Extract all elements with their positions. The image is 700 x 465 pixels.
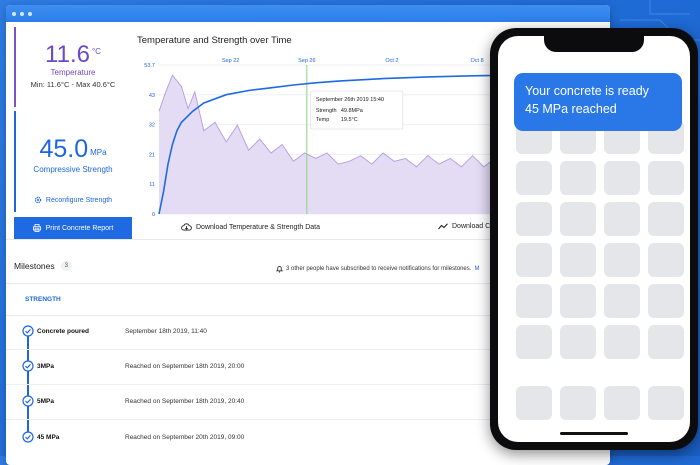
app-icon[interactable]: [604, 325, 640, 359]
strength-section-title: STRENGTH: [25, 296, 61, 303]
milestone-date: Reached on September 18th 2019, 20:40: [125, 398, 245, 405]
check-circle-icon: [22, 360, 34, 372]
x-tick-label: Oct 2: [385, 58, 398, 64]
milestone-name: 45 MPa: [37, 434, 60, 441]
print-label: Print Concrete Report: [45, 224, 114, 232]
temperature-number: 11.6: [45, 41, 90, 68]
chart-title: Temperature and Strength over Time: [137, 35, 292, 46]
check-circle-icon: [22, 395, 34, 407]
app-icon[interactable]: [560, 161, 596, 195]
window-titlebar: [6, 5, 610, 22]
gear-icon: [34, 196, 42, 204]
app-icon[interactable]: [560, 202, 596, 236]
check-circle-icon: [22, 431, 34, 443]
temperature-range: Min: 11.6°C - Max 40.6°C: [30, 80, 116, 89]
app-icon[interactable]: [648, 243, 684, 277]
dock-app-icon[interactable]: [516, 386, 552, 420]
y-tick-label: 53.7: [144, 63, 155, 69]
temperature-value: 11.6 °C: [16, 41, 130, 69]
subscribe-text: 3 other people have subscribed to receiv…: [286, 266, 472, 272]
dock-app-icon[interactable]: [560, 386, 596, 420]
reconfigure-strength-link[interactable]: Reconfigure Strength: [16, 196, 130, 204]
strength-unit: MPa: [90, 148, 107, 157]
milestone-date: September 18th 2019, 11:40: [125, 328, 207, 335]
check-circle-icon: [22, 325, 34, 337]
print-report-button[interactable]: Print Concrete Report: [14, 217, 132, 239]
window-dot[interactable]: [12, 11, 16, 16]
y-tick-label: 0: [152, 212, 155, 217]
app-icon[interactable]: [604, 161, 640, 195]
phone-mockup: Your concrete is ready 45 MPa reached: [490, 28, 698, 450]
reconfigure-label: Reconfigure Strength: [45, 196, 113, 204]
strength-number: 45.0: [39, 135, 89, 163]
printer-icon: [32, 224, 41, 232]
milestones-header: Milestones 3: [14, 261, 72, 271]
app-icon[interactable]: [516, 284, 552, 318]
app-icon[interactable]: [604, 284, 640, 318]
window-dot[interactable]: [28, 11, 32, 16]
notification-line2: 45 MPa reached: [525, 102, 617, 116]
y-tick-label: 21: [149, 152, 155, 158]
app-icon[interactable]: [648, 284, 684, 318]
tooltip-strength-label: Strength: [316, 108, 337, 114]
dock-app-icon[interactable]: [648, 386, 684, 420]
temperature-card: 11.6 °C Temperature Min: 11.6°C - Max 40.…: [14, 27, 130, 107]
summary-panel: 11.6 °C Temperature Min: 11.6°C - Max 40.…: [14, 27, 128, 217]
temperature-unit: °C: [91, 47, 101, 56]
milestone-date: Reached on September 20th 2019, 09:00: [125, 434, 245, 441]
app-icon[interactable]: [516, 202, 552, 236]
temperature-label: Temperature: [50, 68, 96, 77]
subscribe-notice: 3 other people have subscribed to receiv…: [276, 265, 479, 273]
strength-value: 45.0 MPa: [16, 135, 130, 164]
download-chart-button[interactable]: Download Cha: [438, 223, 498, 230]
tooltip-date: September 26th 2019 15:40: [316, 97, 384, 103]
milestone-name: 5MPa: [37, 398, 54, 405]
milestone-name: 3MPa: [37, 363, 54, 370]
app-icon[interactable]: [560, 284, 596, 318]
download-data-label: Download Temperature & Strength Data: [196, 223, 320, 231]
milestone-date: Reached on September 18th 2019, 20:00: [125, 363, 245, 370]
phone-notch: [544, 36, 644, 52]
strength-label: Compressive Strength: [33, 165, 113, 174]
app-icon-grid: [516, 120, 686, 359]
bell-icon: [276, 266, 283, 273]
app-icon[interactable]: [648, 202, 684, 236]
milestones-title: Milestones: [14, 261, 55, 271]
trend-line-icon: [438, 223, 448, 230]
tooltip-temp-label: Temp: [316, 117, 329, 123]
tooltip-strength-value: 49.8MPa: [341, 108, 364, 114]
y-tick-label: 32: [149, 123, 155, 129]
cloud-download-icon: [181, 223, 192, 231]
dock-app-icon[interactable]: [604, 386, 640, 420]
tooltip-temp-value: 19.5°C: [341, 117, 358, 123]
app-icon[interactable]: [560, 243, 596, 277]
phone-dock: [516, 386, 686, 420]
app-icon[interactable]: [560, 325, 596, 359]
notification-line1: Your concrete is ready: [525, 84, 649, 98]
app-icon[interactable]: [516, 243, 552, 277]
y-tick-label: 43: [149, 93, 155, 99]
y-tick-label: 11: [149, 182, 155, 188]
app-icon[interactable]: [604, 243, 640, 277]
window-dot[interactable]: [20, 11, 24, 16]
milestone-name: Concrete poured: [37, 328, 90, 335]
app-icon[interactable]: [516, 161, 552, 195]
x-tick-label: Sep 26: [298, 58, 315, 64]
home-indicator: [560, 432, 628, 435]
app-icon[interactable]: [604, 202, 640, 236]
app-icon[interactable]: [516, 325, 552, 359]
milestones-count-badge: 3: [60, 261, 72, 271]
x-tick-label: Oct 8: [471, 58, 484, 64]
x-tick-label: Sep 22: [222, 58, 239, 64]
strength-card: 45.0 MPa Compressive Strength Reconfigure…: [14, 111, 130, 212]
app-icon[interactable]: [648, 161, 684, 195]
subscribe-link[interactable]: M: [474, 266, 479, 272]
app-icon[interactable]: [648, 325, 684, 359]
download-data-button[interactable]: Download Temperature & Strength Data: [181, 223, 320, 231]
concrete-ready-notification[interactable]: Your concrete is ready 45 MPa reached: [514, 73, 682, 131]
phone-screen: Your concrete is ready 45 MPa reached: [498, 36, 690, 442]
